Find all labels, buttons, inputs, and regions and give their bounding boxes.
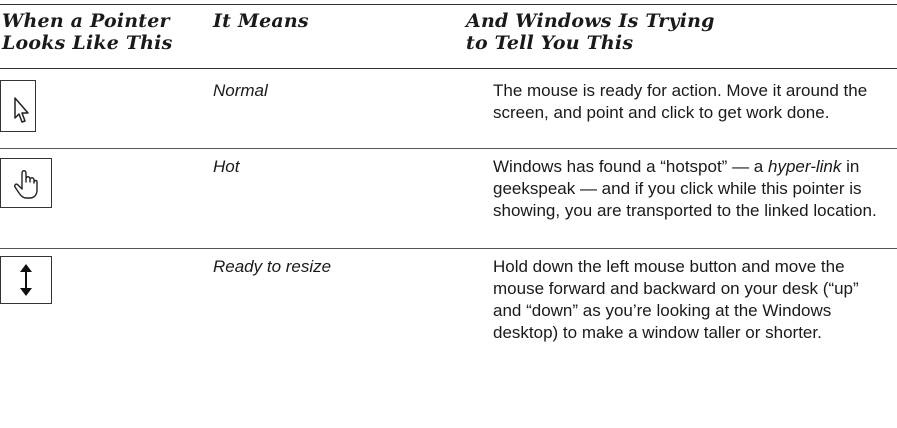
header-windows-message-line1: And Windows Is Trying [466,10,715,32]
table-top-rule [0,4,897,5]
meaning-normal: Normal [213,81,268,100]
row-divider [0,148,897,149]
meaning-ready-to-resize: Ready to resize [213,257,332,276]
header-pointer-look: When a Pointer Looks Like This [2,10,182,54]
description-ready-to-resize: Hold down the left mouse button and move… [493,257,859,342]
header-pointer-look-line2: Looks Like This [2,32,173,54]
header-windows-message: And Windows Is Trying to Tell You This [466,10,866,54]
hand-pointer-icon [0,158,52,208]
header-windows-message-line2: to Tell You This [466,32,634,54]
description-normal: The mouse is ready for action. Move it a… [493,81,868,122]
header-meaning: It Means [213,10,309,32]
row-divider [0,248,897,249]
header-rule [0,68,897,69]
description-hot-hyperlink-term: hyper-link [767,157,842,176]
vertical-resize-icon [0,256,52,304]
description-hot: Windows has found a “hotspot” — a hyper-… [493,156,888,222]
arrow-pointer-icon [0,80,36,132]
header-pointer-look-line1: When a Pointer [2,10,170,32]
meaning-hot: Hot [213,157,240,176]
description-hot-text1: Windows has found a “hotspot” — a [493,157,768,176]
